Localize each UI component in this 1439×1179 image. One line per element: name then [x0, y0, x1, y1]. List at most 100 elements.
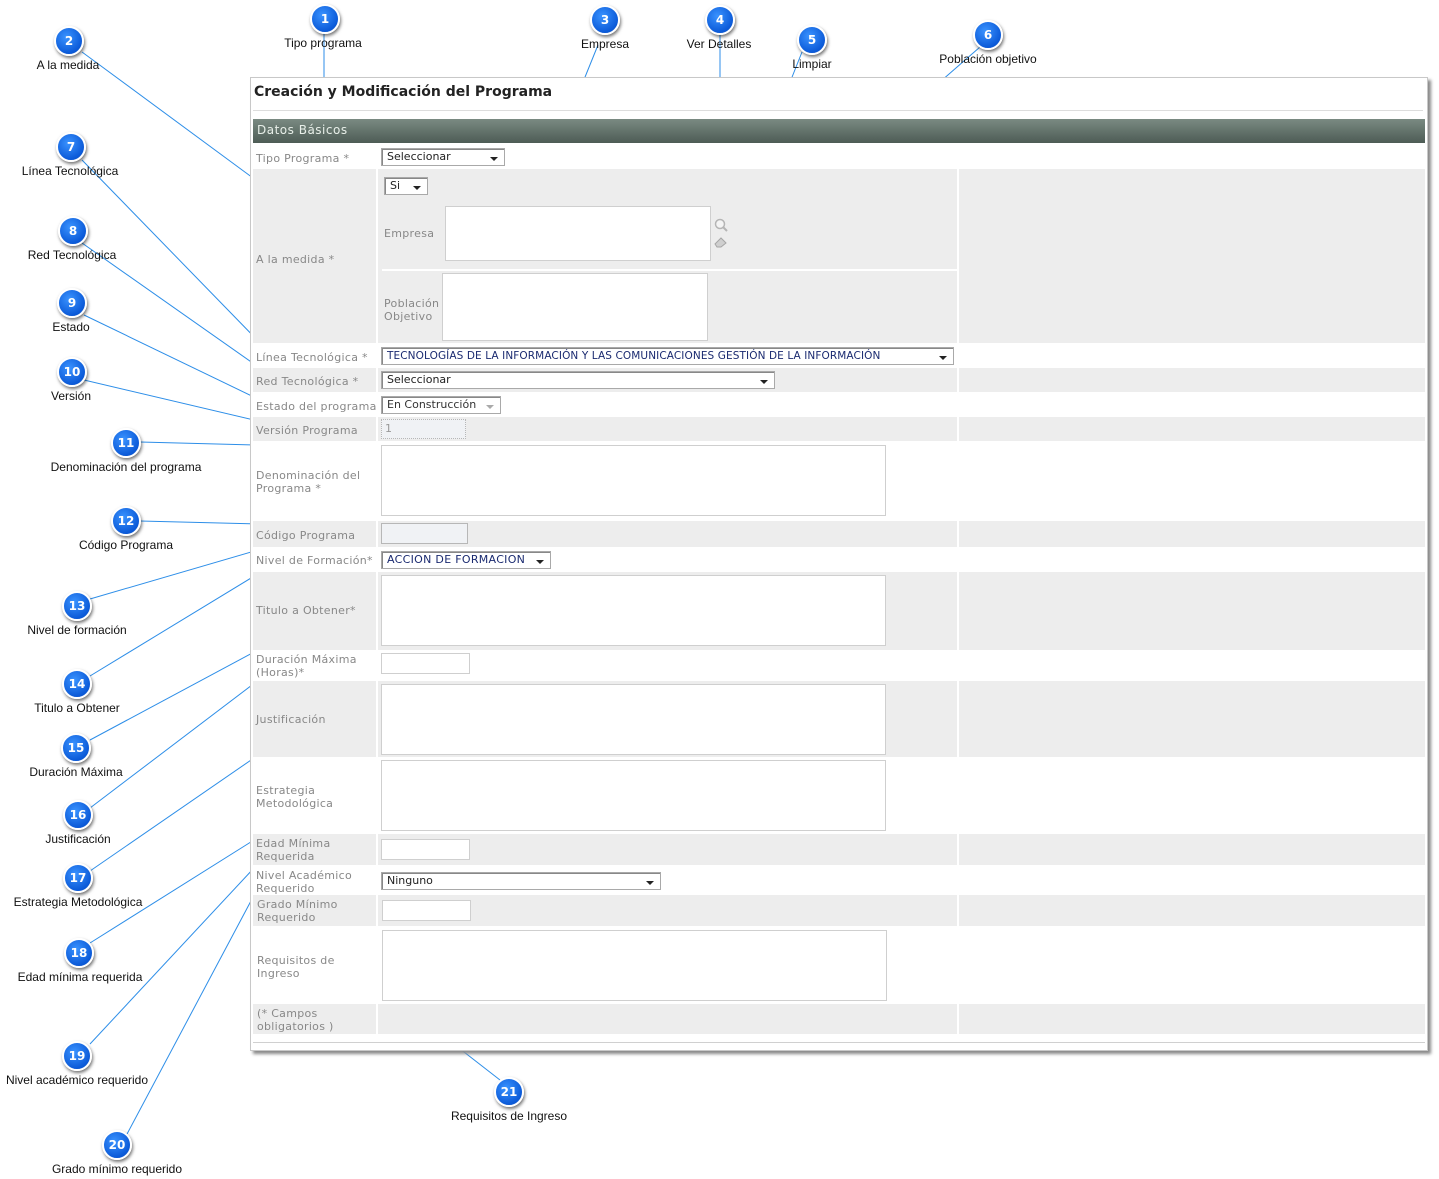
row-nivel-formacion: Nivel de Formación* ACCION DE FORMACION	[253, 547, 1425, 572]
callout-caption: Requisitos de Ingreso	[450, 1109, 568, 1123]
requisitos-label: Requisitos de Ingreso	[257, 954, 335, 980]
callout-caption: Empresa	[580, 37, 630, 51]
callout-caption: Grado mínimo requerido	[51, 1162, 183, 1176]
eraser-icon[interactable]	[714, 233, 728, 248]
row-tipo-programa: Tipo Programa * Seleccionar	[253, 144, 1425, 169]
callout-marker: 10	[57, 357, 87, 387]
callout-marker: 12	[111, 506, 141, 536]
callout-marker: 14	[62, 669, 92, 699]
callout-marker: 13	[62, 591, 92, 621]
callout-marker: 3	[590, 5, 620, 35]
estado-select[interactable]: En Construcción	[381, 396, 501, 414]
estado-label: Estado del programa	[256, 400, 377, 413]
callout-marker: 19	[62, 1041, 92, 1071]
codigo-label: Código Programa	[256, 529, 356, 542]
justificacion-field[interactable]	[381, 684, 886, 755]
a-la-medida-label: A la medida *	[256, 253, 335, 266]
column-divider	[376, 169, 378, 343]
required-fields-note: (* Campos obligatorios )	[257, 1007, 334, 1033]
tipo-programa-label: Tipo Programa *	[256, 152, 350, 165]
grado-label: Grado Mínimo Requerido	[257, 898, 338, 924]
callout-caption: Duración Máxima	[29, 765, 123, 779]
row-note: (* Campos obligatorios )	[253, 1004, 1425, 1034]
callout-caption: A la medida	[36, 58, 100, 72]
tipo-programa-select[interactable]: Seleccionar	[381, 148, 505, 166]
row-edad: Edad Mínima Requerida	[253, 834, 1425, 865]
column-divider	[957, 169, 959, 343]
callout-marker: 2	[54, 26, 84, 56]
empresa-field[interactable]	[445, 206, 711, 261]
callout-caption: Tipo programa	[284, 36, 362, 50]
magnifier-icon[interactable]	[714, 217, 728, 232]
row-codigo: Código Programa	[253, 521, 1425, 547]
row-denominacion: Denominación del Programa *	[253, 441, 1425, 521]
edad-label: Edad Mínima Requerida	[256, 837, 331, 863]
callout-caption: Población objetivo	[939, 52, 1037, 66]
grado-field[interactable]	[382, 900, 471, 921]
section-header: Datos Básicos	[253, 119, 1425, 143]
callout-caption: Red Tecnológica	[27, 248, 117, 262]
empresa-label: Empresa	[384, 227, 435, 240]
denominacion-field[interactable]	[381, 445, 886, 516]
duracion-label: Duración Máxima (Horas)*	[256, 653, 357, 679]
callout-caption: Titulo a Obtener	[34, 701, 120, 715]
linea-tecnologica-select[interactable]: TECNOLOGÍAS DE LA INFORMACIÓN Y LAS COMU…	[381, 347, 954, 365]
callout-marker: 8	[58, 216, 88, 246]
red-tecnologica-select[interactable]: Seleccionar	[381, 371, 775, 389]
nivel-formacion-label: Nivel de Formación*	[256, 554, 373, 567]
titulo-field[interactable]	[381, 575, 886, 646]
divider	[382, 269, 957, 271]
callout-marker: 9	[57, 288, 87, 318]
column-divider	[376, 681, 378, 757]
edad-field[interactable]	[381, 839, 470, 860]
callout-marker: 20	[102, 1130, 132, 1160]
linea-tecnologica-label: Línea Tecnológica *	[256, 351, 368, 364]
row-red-tecnologica: Red Tecnológica * Seleccionar	[253, 368, 1425, 392]
column-divider	[376, 1004, 378, 1034]
divider	[253, 1042, 1425, 1043]
version-field: 1	[381, 419, 466, 439]
requisitos-field[interactable]	[382, 930, 887, 1001]
callout-marker: 21	[494, 1077, 524, 1107]
column-divider	[957, 681, 959, 757]
estrategia-field[interactable]	[381, 760, 886, 831]
callout-marker: 7	[56, 132, 86, 162]
divider	[253, 110, 1423, 111]
column-divider	[376, 895, 378, 926]
poblacion-label: Población Objetivo	[384, 297, 440, 323]
callout-caption: Estado	[52, 320, 90, 334]
column-divider	[376, 417, 378, 441]
column-divider	[957, 417, 959, 441]
duracion-field[interactable]	[381, 653, 470, 674]
column-divider	[376, 572, 378, 650]
version-label: Versión Programa	[256, 424, 358, 437]
nivel-academico-select[interactable]: Ninguno	[381, 872, 661, 890]
row-a-la-medida: A la medida * Si Empresa Población Objet…	[253, 169, 1425, 343]
poblacion-objetivo-field[interactable]	[442, 273, 708, 341]
nivel-formacion-select[interactable]: ACCION DE FORMACION	[381, 551, 551, 569]
row-estrategia: Estrategia Metodológica	[253, 757, 1425, 834]
justificacion-label: Justificación	[256, 713, 326, 726]
callout-caption: Estrategia Metodológica	[13, 895, 143, 909]
row-nivel-academico: Nivel Académico Requerido Ninguno	[253, 865, 1425, 895]
row-estado: Estado del programa En Construcción	[253, 392, 1425, 417]
column-divider	[376, 521, 378, 547]
a-la-medida-select[interactable]: Si	[384, 177, 428, 195]
row-linea-tecnologica: Línea Tecnológica * TECNOLOGÍAS DE LA IN…	[253, 343, 1425, 368]
column-divider	[376, 834, 378, 865]
callout-caption: Línea Tecnológica	[21, 164, 119, 178]
program-form-panel: Creación y Modificación del Programa Dat…	[250, 77, 1428, 1051]
titulo-label: Titulo a Obtener*	[256, 604, 356, 617]
callout-marker: 5	[797, 25, 827, 55]
column-divider	[376, 368, 378, 392]
callout-marker: 15	[61, 733, 91, 763]
column-divider	[957, 368, 959, 392]
page-title: Creación y Modificación del Programa	[254, 84, 553, 100]
column-divider	[957, 1004, 959, 1034]
row-grado: Grado Mínimo Requerido	[253, 895, 1425, 926]
callout-marker: 1	[310, 4, 340, 34]
callout-marker: 17	[63, 863, 93, 893]
column-divider	[957, 521, 959, 547]
callout-marker: 11	[111, 428, 141, 458]
estrategia-label: Estrategia Metodológica	[256, 784, 334, 810]
